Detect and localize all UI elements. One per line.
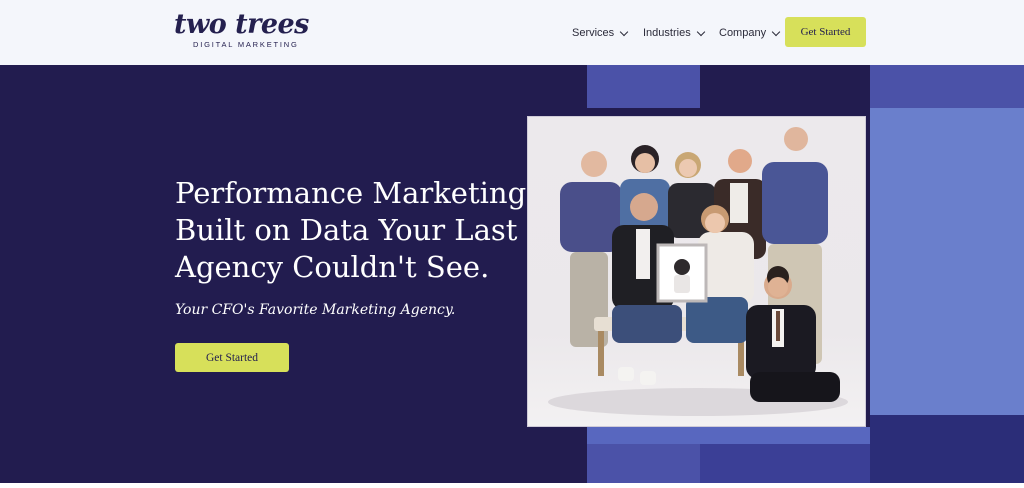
page-bottom-edge [0, 483, 1024, 488]
nav-industries[interactable]: Industries [643, 25, 705, 41]
hero-section: Performance Marketing Built on Data Your… [0, 65, 1024, 483]
chevron-down-icon [619, 27, 629, 36]
logo-tagline: DIGITAL MARKETING [193, 40, 299, 49]
header-get-started-button[interactable]: Get Started [785, 17, 866, 47]
hero-get-started-button[interactable]: Get Started [175, 343, 289, 372]
decor-block [870, 415, 1024, 483]
chevron-down-icon [771, 27, 781, 36]
nav-industries-label: Industries [643, 27, 691, 39]
logo[interactable]: two trees DIGITAL MARKETING [174, 9, 314, 50]
nav-company[interactable]: Company [719, 25, 781, 41]
headline-line: Agency Couldn't See. [175, 250, 490, 284]
decor-block [700, 444, 870, 483]
nav-services[interactable]: Services [572, 25, 629, 41]
nav-company-label: Company [719, 27, 767, 39]
decor-block [587, 427, 870, 444]
nav-services-label: Services [572, 27, 615, 39]
site-header: two trees DIGITAL MARKETING Services Ind… [0, 0, 1024, 65]
headline-line: Performance Marketing [175, 176, 527, 210]
team-photo-illustration [548, 127, 848, 416]
decor-block [870, 65, 1024, 108]
logo-name: two trees [174, 9, 309, 40]
headline-line: Built on Data Your Last [175, 213, 518, 247]
team-photo [527, 116, 866, 427]
decor-block [587, 65, 700, 108]
decor-block [587, 444, 700, 483]
hero-tagline: Your CFO's Favorite Marketing Agency. [175, 302, 456, 318]
chevron-down-icon [696, 27, 705, 36]
decor-block [870, 108, 1024, 415]
hero-headline: Performance Marketing Built on Data Your… [175, 175, 535, 286]
